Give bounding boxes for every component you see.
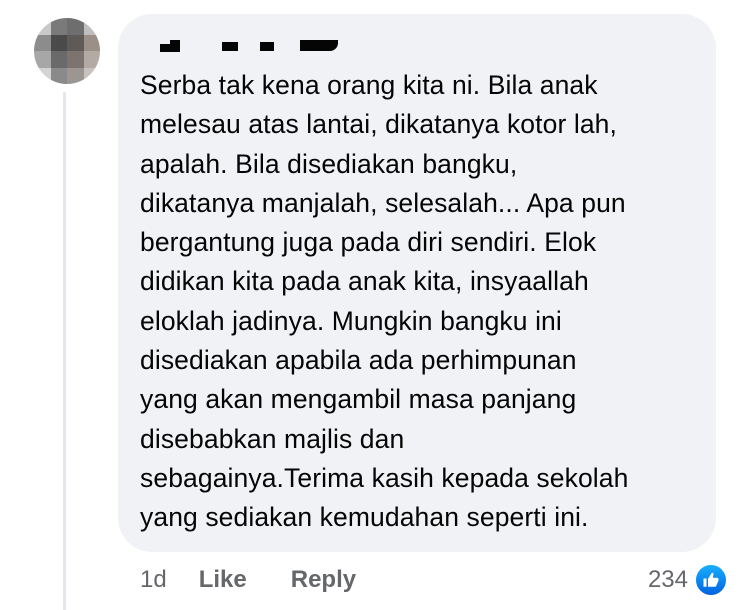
- thread-line: [63, 92, 66, 610]
- reply-button[interactable]: Reply: [291, 566, 356, 594]
- like-button[interactable]: Like: [199, 566, 247, 594]
- comment-timestamp[interactable]: 1d: [140, 566, 167, 594]
- comment-actions: 1d Like Reply: [140, 562, 400, 598]
- comment-text: Serba tak kena orang kita ni. Bila anak …: [140, 70, 629, 533]
- reaction-summary[interactable]: 234: [648, 562, 728, 598]
- avatar[interactable]: [34, 18, 100, 84]
- author-name-redacted[interactable]: [160, 40, 340, 52]
- comment-page: Serba tak kena orang kita ni. Bila anak …: [0, 0, 750, 610]
- reaction-count: 234: [647, 566, 688, 593]
- thumbs-up-icon: [694, 563, 728, 597]
